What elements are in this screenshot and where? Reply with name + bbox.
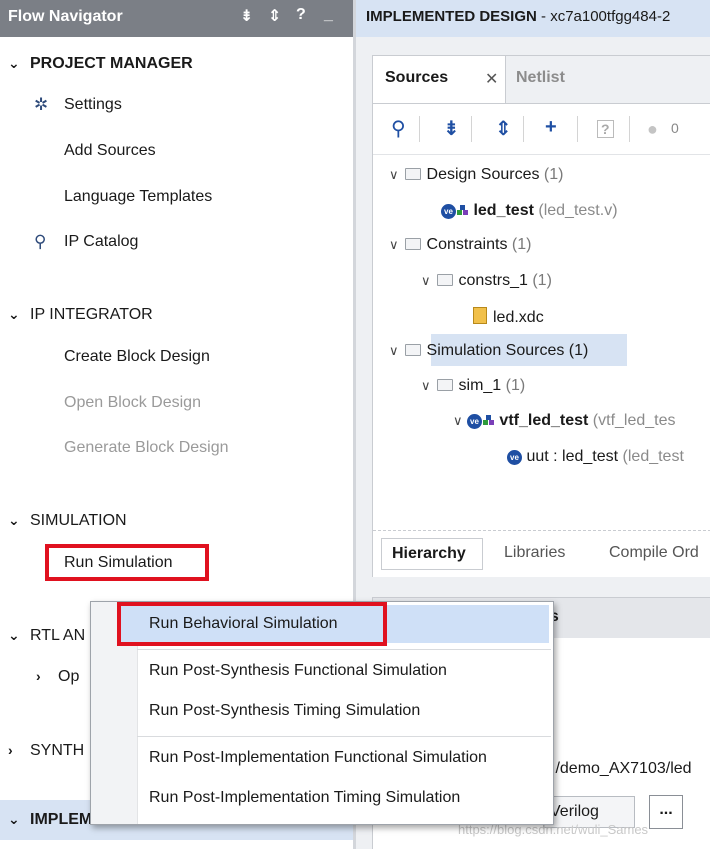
toolbar-separator [577, 116, 578, 142]
folder-icon [436, 379, 453, 391]
status-dot-icon: ● [647, 119, 658, 139]
collapse-all-icon[interactable]: ⇟ [240, 6, 253, 26]
tree-simulation-sources[interactable]: ∨ Simulation Sources (1) [389, 342, 588, 360]
toolbar-separator [629, 116, 630, 142]
tab-libraries[interactable]: Libraries [504, 544, 565, 562]
ip-catalog-icon: ⚲ [34, 232, 47, 251]
nav-item-open-block-design: Open Block Design [64, 394, 201, 411]
menu-item-post-synthesis-timing[interactable]: Run Post-Synthesis Timing Simulation [149, 702, 420, 720]
chevron-down-icon[interactable]: ∨ [421, 378, 431, 393]
chevron-down-icon[interactable]: ⌄ [8, 627, 30, 644]
minimize-icon[interactable]: _ [324, 6, 333, 24]
menu-separator [137, 736, 551, 737]
tree-design-sources[interactable]: ∨ Design Sources (1) [389, 166, 563, 184]
run-simulation-highlight [45, 544, 209, 581]
tab-compile-order[interactable]: Compile Ord [609, 544, 699, 562]
chevron-down-icon[interactable]: ⌄ [8, 512, 30, 529]
nav-item-language-templates[interactable]: Language Templates [64, 188, 212, 206]
chevron-down-icon[interactable]: ∨ [389, 167, 399, 182]
verilog-module-icon: ve [507, 450, 522, 465]
nav-item-create-block-design[interactable]: Create Block Design [64, 348, 210, 366]
nav-item-add-sources[interactable]: Add Sources [64, 142, 156, 160]
sources-panel: Sources ✕ Netlist ⚲ ⇟ ⇕ + ? ● 0 ∨ Design … [372, 55, 710, 577]
menu-item-post-implementation-timing[interactable]: Run Post-Implementation Timing Simulatio… [149, 789, 460, 807]
gear-icon: ✲ [34, 95, 49, 114]
tab-sources[interactable]: Sources ✕ [373, 56, 506, 103]
folder-icon [404, 168, 421, 180]
expand-all-icon[interactable]: ⇕ [268, 6, 281, 26]
sources-tabbar: Sources ✕ Netlist [373, 56, 710, 104]
implemented-design-title: IMPLEMENTED DESIGN - xc7a100tfgg484-2 [366, 8, 671, 25]
menu-item-post-implementation-functional[interactable]: Run Post-Implementation Functional Simul… [149, 749, 487, 767]
help-icon[interactable]: ? [296, 6, 306, 24]
chevron-down-icon[interactable]: ⌄ [8, 811, 30, 828]
nav-item-generate-block-design: Generate Block Design [64, 439, 229, 456]
tree-uut[interactable]: ve uut : led_test (led_test [507, 448, 684, 466]
behavioral-simulation-highlight [117, 602, 387, 646]
nav-item-settings[interactable]: Settings [64, 96, 122, 114]
chevron-down-icon[interactable]: ⌄ [8, 55, 30, 72]
toolbar-separator [471, 116, 472, 142]
section-project-manager[interactable]: ⌄ PROJECT MANAGER [8, 55, 193, 73]
menu-separator [137, 649, 551, 650]
flow-navigator-header: Flow Navigator ⇟ ⇕ ? _ [0, 0, 353, 37]
nav-item-open-elaborated[interactable]: › Op [36, 668, 79, 686]
folder-icon [436, 274, 453, 286]
tab-sources-label: Sources [385, 69, 449, 86]
chevron-down-icon[interactable]: ∨ [453, 413, 463, 428]
hierarchy-icon [457, 205, 469, 215]
chevron-down-icon[interactable]: ∨ [389, 237, 399, 252]
sources-toolbar: ⚲ ⇟ ⇕ + ? ● 0 [373, 104, 710, 155]
tree-sim-1[interactable]: ∨ sim_1 (1) [421, 377, 525, 395]
toolbar-separator [523, 116, 524, 142]
folder-icon [404, 238, 421, 250]
verilog-module-icon: ve [441, 204, 456, 219]
flow-navigator-title: Flow Navigator [8, 8, 123, 25]
sources-bottom-tabs: Hierarchy Libraries Compile Ord [373, 530, 710, 577]
chevron-down-icon[interactable]: ⌄ [8, 306, 30, 323]
verilog-module-icon: ve [466, 414, 482, 429]
status-count: 0 [671, 120, 679, 136]
tab-netlist[interactable]: Netlist [516, 69, 565, 87]
add-icon[interactable]: + [545, 116, 557, 139]
implemented-design-header: IMPLEMENTED DESIGN - xc7a100tfgg484-2 [356, 0, 710, 37]
close-icon[interactable]: ✕ [485, 69, 498, 89]
info-icon[interactable]: ? [597, 120, 614, 138]
more-options-button[interactable]: ... [649, 795, 683, 829]
search-icon[interactable]: ⚲ [391, 116, 406, 141]
tree-led-test[interactable]: ve led_test (led_test.v) [441, 202, 618, 220]
chevron-right-icon[interactable]: › [36, 668, 58, 684]
folder-icon [404, 344, 421, 356]
section-simulation[interactable]: ⌄ SIMULATION [8, 512, 127, 530]
chevron-down-icon[interactable]: ∨ [421, 273, 431, 288]
tree-led-xdc[interactable]: led.xdc [473, 307, 544, 327]
menu-item-post-synthesis-functional[interactable]: Run Post-Synthesis Functional Simulation [149, 662, 447, 680]
tree-constrs-1[interactable]: ∨ constrs_1 (1) [421, 272, 552, 290]
collapse-all-icon[interactable]: ⇟ [443, 116, 460, 141]
tab-hierarchy[interactable]: Hierarchy [381, 538, 483, 570]
chevron-right-icon[interactable]: › [8, 742, 30, 758]
section-ip-integrator[interactable]: ⌄ IP INTEGRATOR [8, 306, 153, 324]
file-path-fragment: :/demo_AX7103/led [551, 760, 692, 777]
toolbar-separator [419, 116, 420, 142]
tree-constraints[interactable]: ∨ Constraints (1) [389, 236, 531, 254]
chevron-down-icon[interactable]: ∨ [389, 343, 399, 358]
section-rtl-analysis[interactable]: ⌄ RTL AN [8, 627, 85, 645]
tree-vtf-led-test[interactable]: ∨ ve vtf_led_test (vtf_led_tes [453, 412, 676, 430]
nav-item-ip-catalog[interactable]: IP Catalog [64, 233, 138, 251]
constraint-file-icon [473, 307, 487, 324]
hierarchy-icon [482, 415, 495, 425]
expand-all-icon[interactable]: ⇕ [495, 116, 512, 141]
section-synthesis[interactable]: › SYNTH [8, 742, 84, 760]
